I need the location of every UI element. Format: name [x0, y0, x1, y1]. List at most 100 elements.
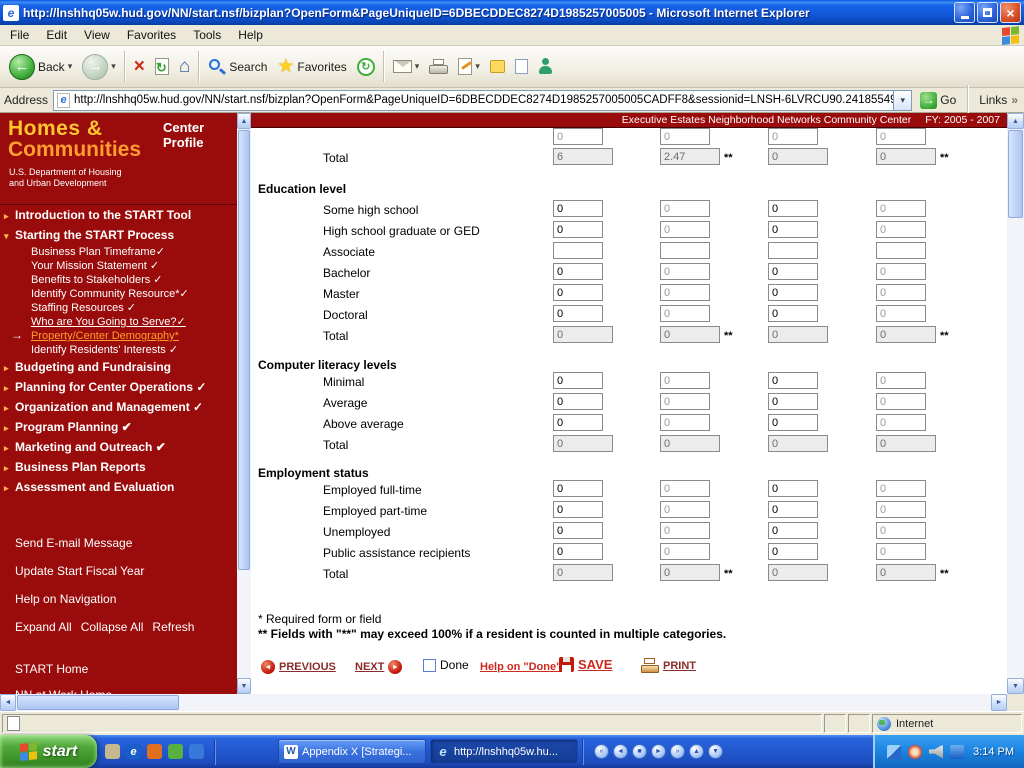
count-input[interactable] [553, 372, 603, 389]
sidebar-subitem-who-to-serve[interactable]: Who are You Going to Serve?✓ [0, 315, 237, 329]
refresh-button[interactable]: ↻ [150, 48, 174, 85]
messenger-button[interactable] [533, 48, 559, 85]
quick-launch-icon[interactable] [189, 744, 204, 759]
edit-dropdown-icon[interactable]: ▾ [475, 61, 480, 72]
scroll-down-button[interactable]: ▼ [1007, 678, 1024, 694]
search-button[interactable]: Search [203, 48, 272, 85]
sidebar-item-center-operations[interactable]: ▸Planning for Center Operations ✓ [0, 377, 237, 397]
count-input[interactable] [768, 128, 818, 145]
forward-button[interactable]: → ▾ [77, 48, 121, 85]
quick-launch-icon[interactable] [168, 744, 183, 759]
menu-file[interactable]: File [10, 28, 29, 42]
homes-communities-logo[interactable]: Homes & Communities U.S. Department of H… [0, 113, 237, 205]
horizontal-scrollbar[interactable]: ◄ ► [0, 694, 1007, 711]
media-control-icon[interactable]: ▼ [708, 744, 723, 759]
scroll-right-button[interactable]: ► [991, 694, 1007, 711]
maximize-button[interactable] [977, 2, 998, 23]
task-button-word-document[interactable]: W Appendix X [Strategi... [278, 739, 426, 764]
count-input[interactable] [553, 128, 603, 145]
count-input[interactable] [553, 522, 603, 539]
sidebar-subitem-community-resource[interactable]: Identify Community Resource*✓ [0, 287, 237, 301]
sidebar-subitem-business-plan-timeframe[interactable]: Business Plan Timeframe✓ [0, 245, 237, 259]
sidebar-subitem-property-center-demography-current[interactable]: →Property/Center Demography* [0, 329, 237, 343]
collapse-all-link[interactable]: Collapse All [81, 621, 144, 634]
sidebar-item-organization-management[interactable]: ▸Organization and Management ✓ [0, 397, 237, 417]
media-control-icon[interactable]: » [670, 744, 685, 759]
count-input[interactable] [768, 284, 818, 301]
media-control-icon[interactable]: ► [651, 744, 666, 759]
task-button-internet-explorer-active[interactable]: e http://lnshhq05w.hu... [430, 739, 578, 764]
sidebar-item-business-plan-reports[interactable]: ▸Business Plan Reports [0, 457, 237, 477]
sidebar-item-starting-process[interactable]: ▾Starting the START Process [0, 225, 237, 245]
sidebar-link-start-home[interactable]: START Home [0, 660, 237, 679]
count-input[interactable] [768, 393, 818, 410]
sidebar-item-introduction[interactable]: ▸Introduction to the START Tool [0, 205, 237, 225]
research-button[interactable] [510, 48, 533, 85]
scrollbar-thumb[interactable] [238, 130, 250, 570]
back-dropdown-icon[interactable]: ▾ [68, 61, 73, 72]
home-button[interactable]: ⌂ [174, 48, 195, 85]
print-button[interactable] [424, 48, 453, 85]
sidebar-subitem-benefits-stakeholders[interactable]: Benefits to Stakeholders ✓ [0, 273, 237, 287]
back-button[interactable]: ← Back ▾ [4, 48, 77, 85]
history-button[interactable]: ↻ [352, 48, 380, 85]
minimize-button[interactable] [954, 2, 975, 23]
refresh-link[interactable]: Refresh [152, 621, 194, 634]
print-link[interactable]: PRINT [641, 658, 696, 673]
sidebar-item-marketing-outreach[interactable]: ▸Marketing and Outreach ✔ [0, 437, 237, 457]
media-control-icon[interactable]: ◄ [613, 744, 628, 759]
close-button[interactable]: × [1000, 2, 1021, 23]
count-input[interactable] [768, 221, 818, 238]
stop-button[interactable]: × [129, 48, 150, 85]
quick-launch-icon[interactable]: e [126, 744, 141, 759]
mail-button[interactable]: ▾ [388, 48, 425, 85]
expand-all-link[interactable]: Expand All [15, 621, 72, 634]
media-control-icon[interactable]: « [594, 744, 609, 759]
scroll-up-button[interactable]: ▲ [1007, 113, 1024, 129]
count-input[interactable] [553, 242, 603, 259]
display-tray-icon[interactable] [950, 745, 964, 759]
sidebar-link-help-navigation[interactable]: Help on Navigation [0, 590, 237, 609]
edit-button[interactable]: ▾ [453, 48, 485, 85]
previous-button[interactable]: ◄ PREVIOUS [261, 660, 336, 674]
count-input[interactable] [768, 242, 818, 259]
sidebar-link-update-fiscal-year[interactable]: Update Start Fiscal Year [0, 562, 237, 581]
forward-dropdown-icon[interactable]: ▾ [111, 61, 116, 72]
count-input[interactable] [553, 305, 603, 322]
scroll-up-button[interactable]: ▲ [237, 113, 251, 129]
count-input[interactable] [768, 414, 818, 431]
sidebar-item-program-planning[interactable]: ▸Program Planning ✔ [0, 417, 237, 437]
count-input[interactable] [768, 200, 818, 217]
scrollbar-thumb[interactable] [1008, 130, 1023, 218]
scrollbar-thumb[interactable] [17, 695, 179, 710]
sidebar-subitem-mission-statement[interactable]: Your Mission Statement ✓ [0, 259, 237, 273]
menu-favorites[interactable]: Favorites [127, 28, 176, 42]
help-on-done-link[interactable]: Help on "Done" [480, 661, 561, 673]
sidebar-item-assessment-evaluation[interactable]: ▸Assessment and Evaluation [0, 477, 237, 497]
go-button[interactable]: → Go [917, 92, 959, 109]
media-control-icon[interactable]: ▲ [689, 744, 704, 759]
quick-launch-icon[interactable] [105, 744, 120, 759]
menu-view[interactable]: View [84, 28, 110, 42]
count-input[interactable] [553, 284, 603, 301]
network-tray-icon[interactable] [887, 745, 901, 759]
mail-dropdown-icon[interactable]: ▾ [415, 61, 420, 72]
count-input[interactable] [553, 393, 603, 410]
count-input[interactable] [553, 480, 603, 497]
menu-tools[interactable]: Tools [193, 28, 221, 42]
count-input[interactable] [768, 263, 818, 280]
count-input[interactable] [768, 305, 818, 322]
start-button[interactable]: start [0, 735, 97, 768]
count-input[interactable] [553, 543, 603, 560]
menu-edit[interactable]: Edit [46, 28, 67, 42]
next-button[interactable]: NEXT ► [355, 660, 402, 674]
discuss-button[interactable] [485, 48, 510, 85]
count-input[interactable] [768, 501, 818, 518]
sidebar-item-budgeting[interactable]: ▸Budgeting and Fundraising [0, 357, 237, 377]
count-input[interactable] [553, 200, 603, 217]
sidebar-scrollbar[interactable]: ▲ ▼ [237, 113, 251, 694]
quick-launch-icon[interactable] [147, 744, 162, 759]
count-input[interactable] [553, 221, 603, 238]
count-input[interactable] [768, 372, 818, 389]
count-input[interactable] [768, 522, 818, 539]
